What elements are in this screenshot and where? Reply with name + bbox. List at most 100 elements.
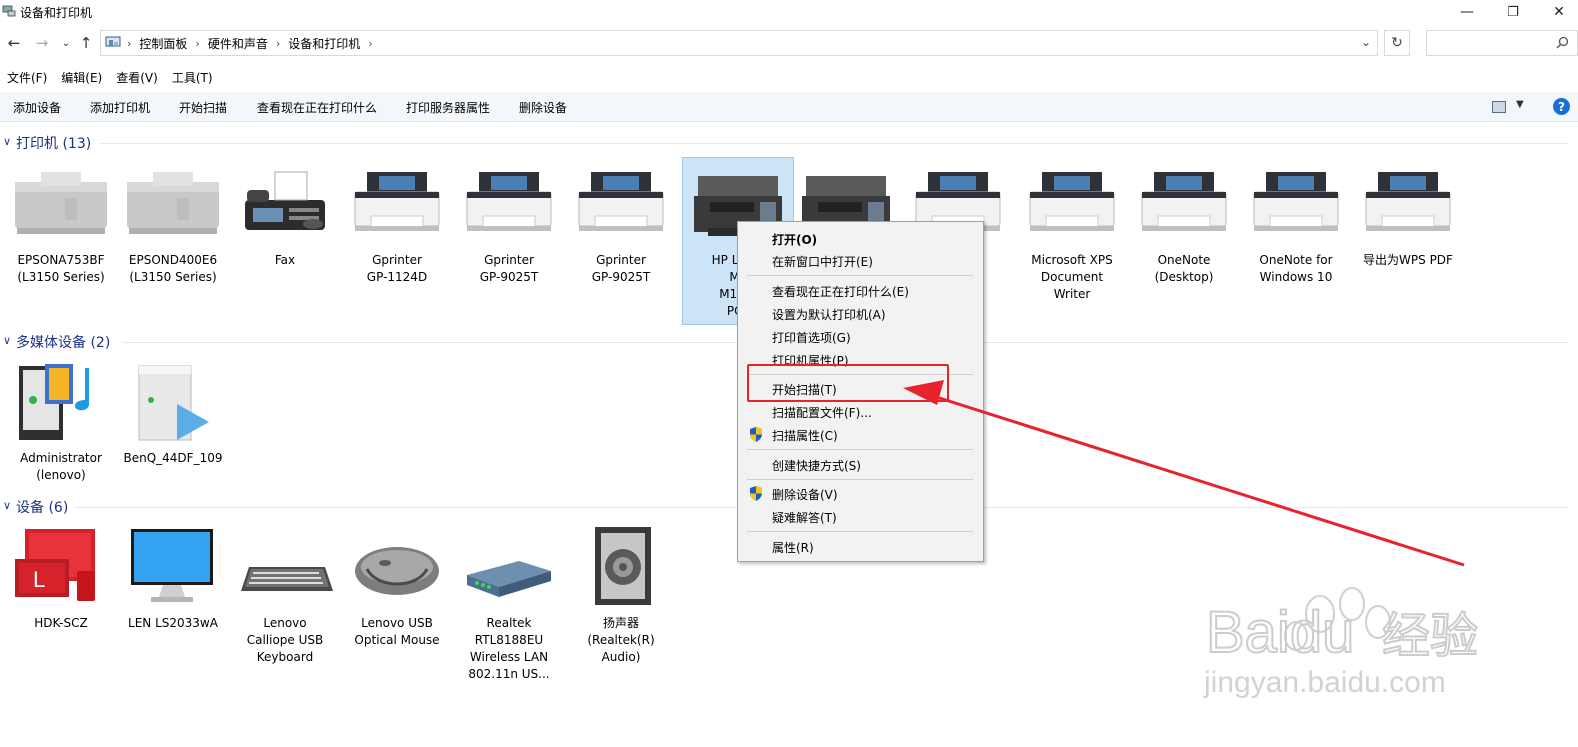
device-item[interactable]: Lenovo Calliope USB Keyboard [229, 525, 341, 666]
menu-separator [747, 275, 973, 276]
close-button[interactable]: ✕ [1536, 0, 1578, 24]
inkjet-printer-icon [127, 172, 219, 234]
up-button[interactable]: ↑ [76, 32, 96, 54]
chevron-down-icon: ∨ [3, 499, 12, 512]
command-bar: 添加设备 添加打印机 开始扫描 查看现在正在打印什么 打印服务器属性 删除设备 … [0, 92, 1578, 122]
device-thumbnail [11, 360, 111, 444]
chevron-down-icon: ∨ [3, 334, 12, 347]
menu-item-see-printing[interactable]: 查看现在正在打印什么(E) [772, 283, 909, 300]
printer-item[interactable]: Gprinter GP-9025T [565, 162, 677, 286]
group-header-printers[interactable]: ∨ 打印机 (13) [0, 133, 1578, 153]
device-item[interactable]: LEN LS2033wA [117, 525, 229, 632]
restore-icon: ❐ [1507, 4, 1519, 20]
menu-view[interactable]: 查看(V) [109, 66, 165, 88]
printer-item[interactable]: Fax [229, 162, 341, 269]
change-view-icon[interactable] [1492, 101, 1506, 113]
device-label: Lenovo USB Optical Mouse [354, 616, 440, 647]
menu-item-open[interactable]: 打开(O) [772, 231, 817, 248]
device-thumbnail [123, 525, 223, 609]
device-label: 扬声器 (Realtek(R) Audio) [587, 616, 655, 664]
menu-item-scan-profiles[interactable]: 扫描配置文件(F)... [772, 404, 872, 421]
printer-label: Gprinter GP-9025T [591, 253, 651, 284]
device-label: Realtek RTL8188EU Wireless LAN 802.11n U… [468, 616, 550, 681]
breadcrumb-item-control-panel[interactable]: 控制面板 [139, 35, 187, 52]
breadcrumb-item-hardware-sound[interactable]: 硬件和声音 [208, 35, 268, 52]
printer-icon [1365, 172, 1451, 231]
printer-item[interactable]: Gprinter GP-9025T [453, 162, 565, 286]
network-adapter-icon [467, 561, 551, 597]
device-label: HDK-SCZ [34, 616, 88, 630]
device-thumbnail [235, 162, 335, 246]
add-printer-button[interactable]: 添加打印机 [90, 99, 150, 116]
printer-icon [1141, 172, 1227, 231]
printer-item[interactable]: EPSOND400E6 (L3150 Series) [117, 162, 229, 286]
device-item[interactable]: Realtek RTL8188EU Wireless LAN 802.11n U… [453, 525, 565, 683]
watermark-url: jingyan.baidu.com [1203, 666, 1446, 699]
media-device-item[interactable]: Administrator (lenovo) [5, 360, 117, 484]
view-dropdown-icon[interactable]: ▼ [1516, 99, 1524, 110]
back-button[interactable]: ← [4, 32, 24, 54]
printer-item[interactable]: Microsoft XPS Document Writer [1016, 162, 1128, 303]
printer-item[interactable]: 导出为WPS PDF [1352, 162, 1464, 269]
device-item[interactable]: 扬声器 (Realtek(R) Audio) [565, 525, 677, 666]
see-printing-button[interactable]: 查看现在正在打印什么 [257, 99, 377, 116]
arrow-up-icon: ↑ [79, 34, 93, 52]
menu-item-create-shortcut[interactable]: 创建快捷方式(S) [772, 457, 861, 474]
printer-item[interactable]: EPSONA753BF (L3150 Series) [5, 162, 117, 286]
chevron-down-icon[interactable]: ⌄ [1361, 35, 1371, 49]
menu-item-scan-properties[interactable]: 扫描属性(C) [772, 427, 838, 444]
search-input[interactable] [1426, 30, 1578, 56]
group-title-devices: 设备 (6) [16, 500, 69, 516]
restore-button[interactable]: ❐ [1490, 0, 1536, 24]
printer-label: Gprinter GP-9025T [479, 253, 539, 284]
menu-item-remove-device[interactable]: 删除设备(V) [772, 486, 838, 503]
device-item[interactable]: L HDK-SCZ [5, 525, 117, 632]
printer-item[interactable]: Gprinter GP-1124D [341, 162, 453, 286]
printer-label: OneNote for Windows 10 [1259, 253, 1333, 284]
device-thumbnail [1358, 162, 1458, 246]
print-server-properties-button[interactable]: 打印服务器属性 [406, 99, 490, 116]
search-icon [1556, 36, 1569, 49]
media-renderer-icon [138, 365, 209, 441]
add-device-button[interactable]: 添加设备 [13, 99, 61, 116]
menu-tools[interactable]: 工具(T) [165, 66, 220, 88]
breadcrumb-item-devices-printers[interactable]: 设备和打印机 [288, 35, 360, 52]
device-thumbnail [571, 525, 671, 609]
menu-item-troubleshoot[interactable]: 疑难解答(T) [772, 509, 837, 526]
printer-item[interactable]: OneNote (Desktop) [1128, 162, 1240, 286]
device-thumbnail [347, 525, 447, 609]
title-bar: 设备和打印机 — ❐ ✕ [0, 0, 1578, 24]
minimize-button[interactable]: — [1444, 0, 1490, 24]
address-bar[interactable]: › 控制面板 › 硬件和声音 › 设备和打印机 › ⌄ [100, 30, 1378, 56]
device-thumbnail [123, 360, 223, 444]
printer-label: Gprinter GP-1124D [366, 253, 428, 284]
arrow-left-icon: ← [7, 34, 21, 52]
forward-button[interactable]: → [32, 32, 52, 54]
printer-label: EPSONA753BF (L3150 Series) [17, 253, 105, 284]
minimize-icon: — [1460, 4, 1474, 20]
svg-text:L: L [33, 567, 45, 592]
refresh-icon: ↻ [1391, 35, 1403, 51]
breadcrumb-separator-icon: › [127, 37, 132, 50]
menu-file[interactable]: 文件(F) [0, 66, 54, 88]
help-icon[interactable]: ? [1553, 98, 1570, 115]
menu-item-properties[interactable]: 属性(R) [772, 539, 814, 556]
menu-item-set-default[interactable]: 设置为默认打印机(A) [772, 306, 886, 323]
refresh-button[interactable]: ↻ [1384, 30, 1410, 56]
menu-item-open-new-window[interactable]: 在新窗口中打开(E) [772, 253, 873, 270]
device-item[interactable]: Lenovo USB Optical Mouse [341, 525, 453, 649]
device-thumbnail: L [11, 525, 111, 609]
media-device-item[interactable]: BenQ_44DF_109 [117, 360, 229, 467]
printer-label: OneNote (Desktop) [1154, 253, 1214, 284]
printer-label: 导出为WPS PDF [1363, 253, 1453, 267]
remove-device-button[interactable]: 删除设备 [519, 99, 567, 116]
menu-item-print-preferences[interactable]: 打印首选项(G) [772, 329, 851, 346]
printer-item[interactable]: OneNote for Windows 10 [1240, 162, 1352, 286]
start-scan-button[interactable]: 开始扫描 [179, 99, 227, 116]
device-thumbnail [347, 162, 447, 246]
recent-locations-button[interactable]: ⌄ [56, 32, 76, 54]
inkjet-printer-icon [15, 172, 107, 234]
menu-edit[interactable]: 编辑(E) [54, 66, 109, 88]
keyboard-icon [241, 567, 333, 591]
menu-bar: 文件(F) 编辑(E) 查看(V) 工具(T) [0, 66, 220, 88]
